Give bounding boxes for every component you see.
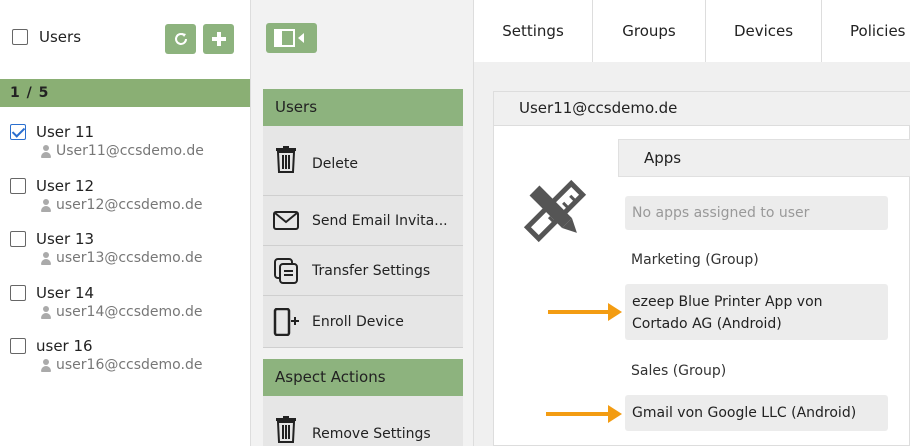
user-email: user16@ccsdemo.de — [40, 357, 202, 373]
user-email-text: user16@ccsdemo.de — [56, 357, 203, 373]
delete-action[interactable]: Delete — [263, 126, 463, 196]
app-root: Users 1 / 5 User 11 User11@ccsdemo.de Us… — [0, 0, 910, 446]
tab-bar: Settings Groups Devices Policies — [474, 0, 910, 62]
refresh-button[interactable] — [165, 24, 196, 54]
user-list-item[interactable]: User 12 user12@ccsdemo.de — [0, 176, 250, 228]
group-label-sales: Sales (Group) — [631, 363, 727, 379]
user-email-text: user13@ccsdemo.de — [56, 250, 203, 266]
tools-icon — [523, 179, 587, 243]
user-email: user12@ccsdemo.de — [40, 197, 202, 213]
copy-icon — [274, 258, 298, 284]
add-user-button[interactable] — [203, 24, 234, 54]
panel-title: User11@ccsdemo.de — [494, 92, 910, 126]
person-icon — [40, 251, 52, 265]
user-list-item[interactable]: User 14 user14@ccsdemo.de — [0, 283, 250, 335]
remove-settings-label: Remove Settings — [312, 426, 431, 442]
person-icon — [40, 305, 52, 319]
person-icon — [40, 144, 52, 158]
send-email-label: Send Email Invita... — [312, 213, 448, 229]
no-apps-message: No apps assigned to user — [625, 196, 888, 230]
users-header: Users — [0, 0, 250, 76]
user-checkbox[interactable] — [10, 338, 26, 354]
app-item-gmail[interactable]: Gmail von Google LLC (Android) — [625, 395, 888, 431]
plus-icon — [211, 32, 226, 46]
user-checkbox[interactable] — [10, 285, 26, 301]
tab-devices[interactable]: Devices — [706, 0, 822, 62]
user-list-item[interactable]: User 13 user13@ccsdemo.de — [0, 229, 250, 281]
user-name: user 16 — [36, 337, 93, 355]
actions-pane: Users Delete Send Email Invita... Transf… — [250, 0, 474, 446]
send-email-invitation-action[interactable]: Send Email Invita... — [263, 196, 463, 246]
select-all-checkbox[interactable] — [12, 29, 28, 45]
tab-settings[interactable]: Settings — [474, 0, 593, 62]
user-checkbox[interactable] — [10, 124, 26, 140]
person-icon — [40, 358, 52, 372]
user-email: user13@ccsdemo.de — [40, 250, 202, 266]
tab-groups[interactable]: Groups — [593, 0, 706, 62]
trash-icon — [276, 146, 296, 173]
transfer-settings-action[interactable]: Transfer Settings — [263, 246, 463, 296]
user-checkbox[interactable] — [10, 231, 26, 247]
user-email-text: user12@ccsdemo.de — [56, 197, 203, 213]
user-email-text: user14@ccsdemo.de — [56, 304, 203, 320]
refresh-icon — [174, 33, 187, 45]
tab-policies[interactable]: Policies — [822, 0, 910, 62]
user-name: User 12 — [36, 177, 95, 195]
enroll-device-action[interactable]: Enroll Device — [263, 296, 463, 348]
toggle-panel-button[interactable] — [266, 23, 317, 53]
highlight-arrow-ezeep — [548, 303, 622, 321]
user-checkbox[interactable] — [10, 178, 26, 194]
transfer-settings-label: Transfer Settings — [312, 263, 431, 279]
phone-add-icon — [273, 308, 299, 336]
user-name: User 11 — [36, 123, 95, 141]
enroll-device-label: Enroll Device — [312, 314, 404, 330]
user-list-item[interactable]: user 16 user16@ccsdemo.de — [0, 336, 250, 388]
users-actions-heading: Users — [263, 89, 463, 135]
users-pane: Users 1 / 5 User 11 User11@ccsdemo.de Us… — [0, 0, 250, 446]
app-item-ezeep[interactable]: ezeep Blue Printer App von Cortado AG (A… — [625, 284, 888, 340]
users-header-label: Users — [39, 28, 82, 46]
user-detail-panel: User11@ccsdemo.de Apps No apps assigned … — [493, 91, 910, 446]
user-email: user14@ccsdemo.de — [40, 304, 202, 320]
highlight-arrow-gmail — [546, 405, 622, 423]
selection-counter: 1 / 5 — [0, 79, 250, 107]
envelope-icon — [273, 211, 299, 230]
user-list-item[interactable]: User 11 User11@ccsdemo.de — [0, 122, 250, 174]
remove-settings-action[interactable]: Remove Settings — [263, 396, 463, 446]
apps-heading: Apps — [618, 139, 910, 177]
panel-collapse-icon — [274, 29, 304, 47]
user-email: User11@ccsdemo.de — [40, 143, 204, 159]
trash-icon — [276, 416, 296, 443]
user-name: User 14 — [36, 284, 95, 302]
aspect-actions-heading: Aspect Actions — [263, 359, 463, 405]
person-icon — [40, 198, 52, 212]
delete-label: Delete — [312, 156, 358, 172]
user-email-text: User11@ccsdemo.de — [56, 143, 204, 159]
user-name: User 13 — [36, 230, 95, 248]
details-pane: Settings Groups Devices Policies User11@… — [474, 0, 910, 446]
group-label-marketing: Marketing (Group) — [631, 252, 759, 268]
